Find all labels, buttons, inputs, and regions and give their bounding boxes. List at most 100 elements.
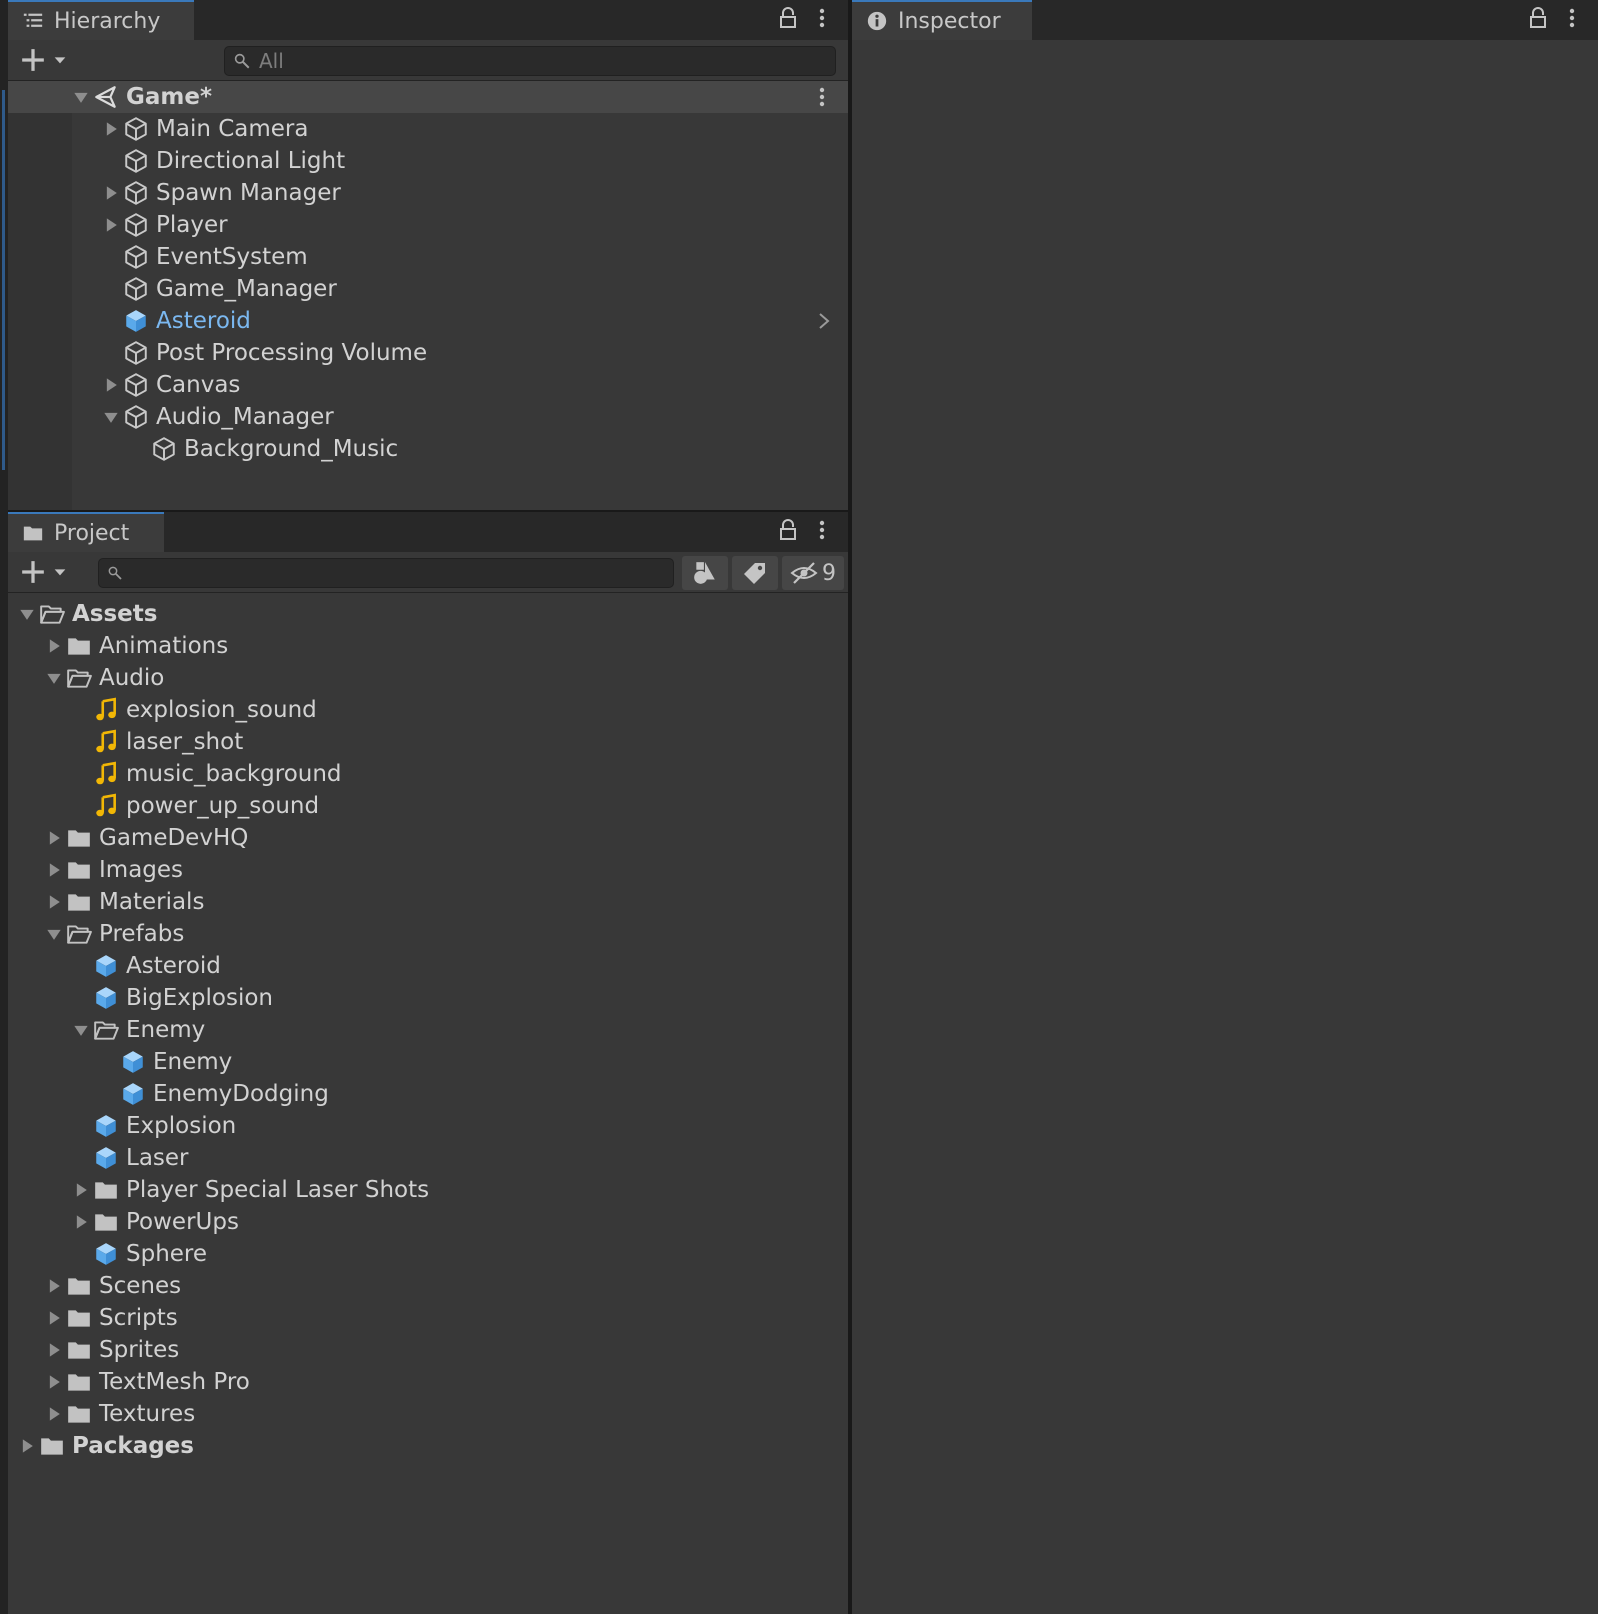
create-button[interactable]	[20, 558, 68, 586]
arrow-spacer	[70, 1147, 92, 1169]
tree-item-label: Scenes	[99, 1273, 182, 1299]
create-button[interactable]	[20, 46, 68, 74]
tab-hierarchy[interactable]: Hierarchy	[8, 0, 194, 40]
tree-item[interactable]: BigExplosion	[8, 982, 848, 1014]
tree-item[interactable]: Explosion	[8, 1110, 848, 1142]
chevron-right-icon[interactable]	[100, 214, 122, 236]
project-search-input[interactable]	[98, 558, 674, 588]
tree-item[interactable]: Scenes	[8, 1270, 848, 1302]
chevron-right-icon[interactable]	[43, 859, 65, 881]
tree-item[interactable]: Scripts	[8, 1302, 848, 1334]
tree-item[interactable]: EnemyDodging	[8, 1078, 848, 1110]
tree-item[interactable]: EventSystem	[8, 241, 848, 273]
kebab-menu-icon[interactable]	[810, 6, 834, 34]
tree-item[interactable]: Packages	[8, 1430, 848, 1462]
chevron-right-icon[interactable]	[100, 118, 122, 140]
tree-item[interactable]: laser_shot	[8, 726, 848, 758]
lock-icon[interactable]	[1526, 6, 1550, 34]
tab-inspector[interactable]: Inspector	[852, 0, 1032, 40]
kebab-menu-icon[interactable]	[1560, 6, 1584, 34]
tree-item[interactable]: Enemy	[8, 1014, 848, 1046]
tree-item[interactable]: Game_Manager	[8, 273, 848, 305]
lock-icon[interactable]	[776, 6, 800, 34]
prefab-cube-icon	[122, 307, 150, 335]
tree-item[interactable]: power_up_sound	[8, 790, 848, 822]
tree-item[interactable]: Assets	[8, 598, 848, 630]
tree-item[interactable]: Background_Music	[8, 433, 848, 465]
hidden-packages-toggle[interactable]: 9	[782, 556, 844, 590]
chevron-down-icon[interactable]	[70, 1019, 92, 1041]
search-by-type-button[interactable]	[682, 556, 728, 590]
arrow-spacer	[70, 955, 92, 977]
tree-item[interactable]: Asteroid	[8, 305, 848, 337]
prefab-cube-icon	[92, 1240, 120, 1268]
tree-item-label: power_up_sound	[126, 793, 320, 819]
tree-item[interactable]: explosion_sound	[8, 694, 848, 726]
search-by-label-button[interactable]	[732, 556, 778, 590]
tree-item[interactable]: TextMesh Pro	[8, 1366, 848, 1398]
prefab-cube-icon	[92, 1144, 120, 1172]
open-prefab-chevron-icon[interactable]	[814, 310, 834, 338]
chevron-right-icon[interactable]	[43, 635, 65, 657]
tree-item[interactable]: Canvas	[8, 369, 848, 401]
tree-item[interactable]: Player Special Laser Shots	[8, 1174, 848, 1206]
tree-item-label: explosion_sound	[126, 697, 317, 723]
tree-item[interactable]: Materials	[8, 886, 848, 918]
chevron-right-icon[interactable]	[43, 827, 65, 849]
tree-item[interactable]: Spawn Manager	[8, 177, 848, 209]
shapes-icon	[694, 562, 715, 584]
tree-item[interactable]: Animations	[8, 630, 848, 662]
tab-project[interactable]: Project	[8, 512, 164, 552]
chevron-right-icon[interactable]	[100, 374, 122, 396]
chevron-down-icon[interactable]	[100, 406, 122, 428]
chevron-right-icon[interactable]	[43, 1371, 65, 1393]
tree-item[interactable]: Main Camera	[8, 113, 848, 145]
chevron-right-icon[interactable]	[16, 1435, 38, 1457]
tree-item[interactable]: Directional Light	[8, 145, 848, 177]
chevron-down-icon[interactable]	[16, 603, 38, 625]
chevron-down-icon[interactable]	[43, 923, 65, 945]
tree-item-label: Animations	[99, 633, 229, 659]
tree-item[interactable]: GameDevHQ	[8, 822, 848, 854]
tree-item-label: Audio	[99, 665, 165, 691]
plus-icon	[20, 47, 46, 73]
tree-item[interactable]: Laser	[8, 1142, 848, 1174]
chevron-right-icon[interactable]	[100, 182, 122, 204]
tree-item-label: Asteroid	[126, 953, 221, 979]
chevron-down-icon[interactable]	[43, 667, 65, 689]
chevron-down-icon[interactable]	[70, 86, 92, 108]
kebab-menu-icon[interactable]	[810, 518, 834, 546]
tree-item[interactable]: PowerUps	[8, 1206, 848, 1238]
tree-item-label: Scripts	[99, 1305, 178, 1331]
chevron-right-icon[interactable]	[43, 1275, 65, 1297]
tree-item[interactable]: Asteroid	[8, 950, 848, 982]
tree-item-label: Enemy	[126, 1017, 206, 1043]
hidden-count: 9	[822, 560, 836, 586]
scene-menu-icon[interactable]	[810, 85, 834, 115]
chevron-right-icon[interactable]	[43, 891, 65, 913]
chevron-right-icon[interactable]	[43, 1307, 65, 1329]
chevron-right-icon[interactable]	[70, 1179, 92, 1201]
tree-item[interactable]: Audio_Manager	[8, 401, 848, 433]
tree-item[interactable]: Sphere	[8, 1238, 848, 1270]
tree-item[interactable]: Textures	[8, 1398, 848, 1430]
hierarchy-search-input[interactable]: All	[224, 46, 836, 76]
lock-icon[interactable]	[776, 518, 800, 546]
tree-item[interactable]: Sprites	[8, 1334, 848, 1366]
tree-item[interactable]: music_background	[8, 758, 848, 790]
tree-item-label: EnemyDodging	[153, 1081, 329, 1107]
project-panel: Project 9 Assets Animations Audio explos…	[8, 512, 848, 1614]
chevron-right-icon[interactable]	[70, 1211, 92, 1233]
tree-item[interactable]: Audio	[8, 662, 848, 694]
scene-row[interactable]: Game*	[8, 81, 848, 113]
gameobject-icon	[122, 403, 150, 431]
chevron-right-icon[interactable]	[43, 1339, 65, 1361]
tree-item[interactable]: Enemy	[8, 1046, 848, 1078]
tree-item[interactable]: Post Processing Volume	[8, 337, 848, 369]
search-placeholder: All	[259, 49, 284, 73]
gameobject-icon	[122, 339, 150, 367]
chevron-right-icon[interactable]	[43, 1403, 65, 1425]
tree-item[interactable]: Player	[8, 209, 848, 241]
tree-item[interactable]: Prefabs	[8, 918, 848, 950]
tree-item[interactable]: Images	[8, 854, 848, 886]
